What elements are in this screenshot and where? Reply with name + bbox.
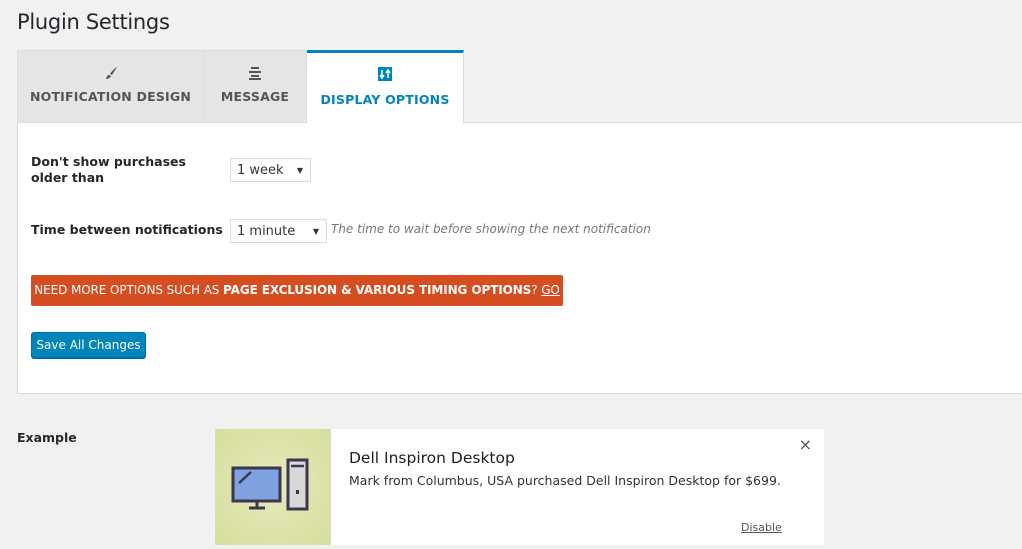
- save-all-changes-button[interactable]: Save All Changes: [31, 332, 146, 358]
- older-than-select[interactable]: 1 week ▼: [230, 158, 311, 182]
- tab-message[interactable]: MESSAGE: [204, 50, 307, 123]
- tab-display-options[interactable]: DISPLAY OPTIONS: [307, 50, 464, 124]
- example-label: Example: [17, 430, 77, 445]
- example-notification: Dell Inspiron Desktop Mark from Columbus…: [215, 429, 824, 545]
- notification-text: Mark from Columbus, USA purchased Dell I…: [349, 473, 781, 488]
- banner-end: !: [307, 314, 312, 328]
- desktop-computer-icon: [231, 458, 309, 511]
- tab-notification-design[interactable]: NOTIFICATION DESIGN: [17, 50, 204, 123]
- older-than-value: 1 week: [237, 163, 284, 178]
- time-between-label: Time between notifications: [31, 222, 223, 237]
- paintbrush-icon: [103, 65, 119, 81]
- time-between-hint: The time to wait before showing the next…: [331, 222, 651, 236]
- time-between-select[interactable]: 1 minute ▼: [230, 219, 327, 243]
- display-options-panel: Don't show purchases older than 1 week ▼…: [17, 122, 1022, 394]
- banner-suffix: ?: [531, 283, 542, 297]
- chevron-down-icon: ▼: [296, 166, 303, 175]
- close-icon[interactable]: ×: [799, 435, 812, 454]
- notification-image: [215, 429, 331, 545]
- older-than-label: Don't show purchases older than: [31, 154, 186, 185]
- tab-label: MESSAGE: [220, 89, 290, 104]
- align-center-icon: [247, 65, 263, 81]
- time-between-value: 1 minute: [237, 224, 296, 239]
- chevron-down-icon: ▼: [312, 227, 319, 236]
- banner-bold: PAGE EXCLUSION & VARIOUS TIMING OPTIONS: [223, 283, 532, 297]
- tab-label: NOTIFICATION DESIGN: [29, 89, 192, 104]
- banner-prefix: NEED MORE OPTIONS SUCH AS: [34, 283, 224, 297]
- settings-tabs: NOTIFICATION DESIGN MESSAGE DISPLAY OPTI…: [17, 50, 464, 124]
- disable-link[interactable]: Disable: [741, 521, 782, 534]
- notification-title: Dell Inspiron Desktop: [349, 449, 515, 467]
- tab-label: DISPLAY OPTIONS: [320, 92, 450, 107]
- go-pro-banner: NEED MORE OPTIONS SUCH AS PAGE EXCLUSION…: [31, 275, 563, 328]
- page-title: Plugin Settings: [17, 10, 170, 34]
- sort-arrows-icon: [378, 66, 392, 82]
